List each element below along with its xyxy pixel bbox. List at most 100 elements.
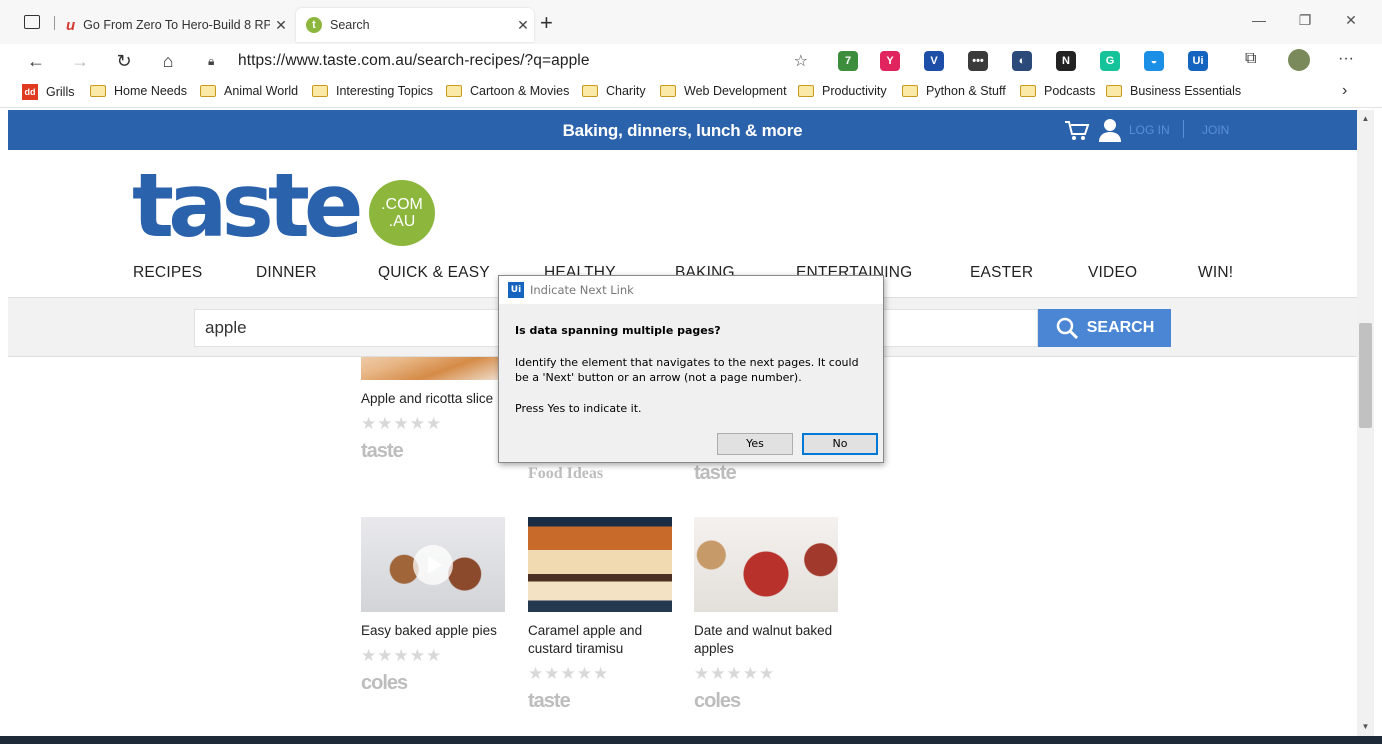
bookmark-item[interactable]: Podcasts (1020, 84, 1095, 98)
nav-quick-easy[interactable]: QUICK & EASY (378, 264, 490, 282)
bookmark-label: Grills (46, 85, 75, 99)
extension-icon[interactable]: N (1056, 51, 1076, 71)
nav-dinner[interactable]: DINNER (256, 264, 317, 282)
bookmark-item[interactable]: Cartoon & Movies (446, 84, 569, 98)
bookmark-label: Web Development (684, 84, 787, 98)
back-icon[interactable]: ← (22, 48, 50, 74)
user-icon[interactable] (1098, 118, 1122, 142)
dd-icon: dd (22, 84, 38, 100)
new-tab-button[interactable]: + (540, 10, 553, 36)
bookmark-item[interactable]: Productivity (798, 84, 887, 98)
recipe-title[interactable]: Apple and ricotta slice (361, 390, 505, 408)
extension-icon[interactable]: ••• (968, 51, 988, 71)
divider (1183, 120, 1184, 138)
taste-logo[interactable]: taste .COM .AU (132, 162, 435, 250)
extension-icon[interactable]: G (1100, 51, 1120, 71)
udemy-icon: u (66, 16, 76, 34)
logo-badge-top: .COM (381, 196, 423, 213)
bookmark-item[interactable]: Web Development (660, 84, 787, 98)
navigation-bar: ← → ↻ ⌂ 🔒︎ https://www.taste.com.au/sear… (0, 44, 1382, 78)
recipe-image[interactable] (361, 517, 505, 612)
collections-icon[interactable]: ⧉ (1245, 50, 1256, 68)
bookmark-label: Podcasts (1044, 84, 1096, 98)
bookmarks-bar: dd Grills Home Needs Animal World Interestin… (0, 78, 1382, 108)
folder-icon (798, 85, 814, 97)
extension-icon[interactable]: Ui (1188, 51, 1208, 71)
taskbar (0, 736, 1382, 744)
tab-actions-icon[interactable] (24, 15, 40, 29)
search-button[interactable]: SEARCH (1038, 309, 1171, 347)
brand-logo: coles (361, 672, 408, 694)
forward-icon[interactable]: → (66, 48, 94, 74)
tab-rpa-course[interactable]: u Go From Zero To Hero-Build 8 RPA ✕ (56, 8, 292, 42)
close-window-icon[interactable]: ✕ (1336, 12, 1366, 29)
recipe-title[interactable]: Caramel apple and custard tiramisu (528, 622, 672, 658)
avatar[interactable] (1288, 49, 1310, 71)
brand-logo: taste (528, 690, 571, 712)
brand-logo: taste (361, 440, 404, 462)
refresh-icon[interactable]: ↻ (110, 48, 138, 74)
recipe-image[interactable] (528, 517, 672, 612)
more-menu-icon[interactable]: ··· (1338, 50, 1354, 68)
brand-logo: coles (694, 690, 741, 712)
recipe-image[interactable] (694, 517, 838, 612)
nav-video[interactable]: VIDEO (1088, 264, 1137, 282)
address-bar[interactable]: 🔒︎ https://www.taste.com.au/search-recip… (196, 46, 816, 76)
folder-icon (200, 85, 216, 97)
recipe-title[interactable]: Date and walnut baked apples (694, 622, 838, 658)
recipe-card[interactable]: Easy baked apple pies ★★★★★ coles (361, 517, 505, 695)
extension-icon[interactable]: Y (880, 51, 900, 71)
bookmark-item[interactable]: Python & Stuff (902, 84, 1006, 98)
folder-icon (660, 85, 676, 97)
play-icon[interactable] (413, 545, 453, 585)
recipe-card[interactable]: Caramel apple and custard tiramisu ★★★★★… (528, 517, 672, 713)
nav-win[interactable]: WIN! (1198, 264, 1233, 282)
folder-icon (446, 85, 462, 97)
bookmark-item[interactable]: Home Needs (90, 84, 187, 98)
home-icon[interactable]: ⌂ (154, 48, 182, 74)
restore-icon[interactable]: ❐ (1290, 12, 1320, 29)
bookmarks-overflow-icon[interactable]: › (1342, 82, 1347, 100)
extension-icon[interactable]: ◒ (1144, 51, 1164, 71)
bookmark-label: Cartoon & Movies (470, 84, 570, 98)
scroll-up-icon[interactable]: ▲ (1357, 114, 1374, 123)
logo-badge-bottom: .AU (388, 213, 416, 230)
bookmark-item[interactable]: Animal World (200, 84, 298, 98)
yes-button[interactable]: Yes (717, 433, 793, 455)
search-icon (1056, 317, 1078, 340)
nav-recipes[interactable]: RECIPES (133, 264, 202, 282)
extension-icon[interactable]: ◐ (1012, 51, 1032, 71)
join-link[interactable]: JOIN (1202, 123, 1229, 137)
brand-logo: taste (694, 462, 737, 484)
bookmark-label: Animal World (224, 84, 299, 98)
extension-icon[interactable]: 7 (838, 51, 858, 71)
minimize-icon[interactable]: — (1244, 12, 1274, 28)
bookmark-label: Home Needs (114, 84, 187, 98)
nav-easter[interactable]: EASTER (970, 264, 1033, 282)
scroll-down-icon[interactable]: ▼ (1357, 722, 1374, 731)
tab-search[interactable]: t Search ✕ (296, 8, 534, 42)
folder-icon (582, 85, 598, 97)
scrollbar-thumb[interactable] (1359, 323, 1372, 428)
rating-stars: ★★★★★ (361, 414, 443, 433)
lock-icon: 🔒︎ (208, 53, 215, 68)
bookmark-item[interactable]: Charity (582, 84, 646, 98)
dialog-instruction: Press Yes to indicate it. (515, 402, 642, 415)
recipe-title[interactable]: Easy baked apple pies (361, 622, 505, 640)
recipe-card[interactable]: Date and walnut baked apples ★★★★★ coles (694, 517, 838, 713)
close-icon[interactable]: ✕ (512, 17, 534, 34)
brand-logo: Food Ideas (528, 465, 604, 482)
bookmark-item[interactable]: dd Grills (22, 84, 74, 100)
vertical-scrollbar[interactable]: ▲ ▼ (1357, 110, 1374, 736)
add-favorite-icon[interactable]: ☆ (794, 51, 808, 71)
logo-badge: .COM .AU (369, 180, 435, 246)
bookmark-item[interactable]: Business Essentials (1106, 84, 1241, 98)
close-icon[interactable]: ✕ (270, 17, 292, 34)
login-link[interactable]: LOG IN (1129, 123, 1170, 137)
dialog-titlebar: Ui Indicate Next Link (499, 276, 883, 304)
no-button[interactable]: No (802, 433, 878, 455)
dialog-question: Is data spanning multiple pages? (515, 324, 721, 337)
extension-icon[interactable]: V (924, 51, 944, 71)
cart-icon[interactable] (1064, 120, 1090, 142)
bookmark-item[interactable]: Interesting Topics (312, 84, 433, 98)
